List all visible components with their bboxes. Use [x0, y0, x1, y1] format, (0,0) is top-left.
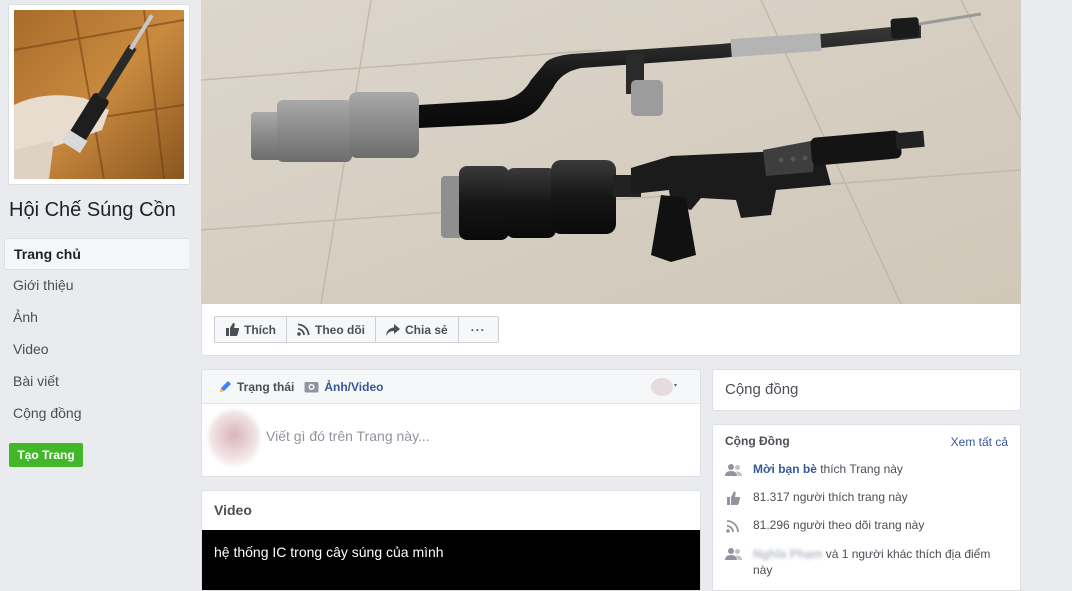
rss-icon — [726, 520, 739, 533]
rss-icon — [297, 323, 310, 336]
likes-row: 81.317 người thích trang này — [725, 490, 1010, 505]
video-title[interactable]: hệ thống IC trong cây súng của mình — [214, 544, 444, 560]
camera-icon — [304, 382, 319, 393]
tab-photo-video[interactable]: Ảnh/Video — [304, 380, 383, 394]
friend-like-text: và 1 người khác thích địa điểm — [822, 547, 991, 561]
right-gutter — [1021, 0, 1072, 591]
follow-label: Theo dõi — [315, 322, 365, 337]
page-nav: Trang chủ Giới thiệu Ảnh Video Bài viết … — [4, 238, 190, 430]
invite-friends-row: Mời bạn bè thích Trang này — [725, 462, 1010, 477]
composer-tabs: Trạng thái Ảnh/Video — [202, 370, 700, 404]
people-icon — [725, 464, 742, 476]
follows-count: 81.296 người theo dõi trang này — [753, 518, 925, 532]
nav-posts[interactable]: Bài viết — [4, 366, 190, 398]
friend-name-link[interactable]: Nghĩa Phạm — [753, 547, 822, 561]
like-label: Thích — [244, 322, 276, 337]
more-dots-icon: ··· — [470, 322, 486, 337]
nav-videos[interactable]: Video — [4, 334, 190, 366]
community-card: Cộng Đồng Xem tất cả Mời bạn bè thích Tr… — [712, 424, 1021, 591]
profile-photo — [14, 10, 184, 179]
invite-friends-link[interactable]: Mời bạn bè — [753, 462, 817, 476]
friends-like-row: Nghĩa Phạm và 1 người khác thích địa điể… — [725, 546, 1010, 578]
thumbs-up-icon — [727, 491, 741, 505]
audience-selector[interactable] — [650, 376, 680, 398]
page-name[interactable]: Hội Chế Súng Cồn — [9, 199, 176, 222]
profile-picture[interactable] — [8, 4, 190, 185]
post-composer: Trạng thái Ảnh/Video Viết gì đó trên Tra… — [201, 369, 701, 477]
chevron-down-icon — [674, 384, 677, 387]
facebook-page: Hội Chế Súng Cồn Trang chủ Giới thiệu Ản… — [0, 0, 1072, 591]
cover-photo[interactable] — [201, 0, 1021, 304]
composer-body[interactable]: Viết gì đó trên Trang này... — [202, 404, 700, 476]
share-arrow-icon — [386, 323, 400, 336]
tab-status-label: Trạng thái — [237, 379, 295, 394]
avatar — [208, 410, 260, 466]
composer-input[interactable]: Viết gì đó trên Trang này... — [266, 428, 430, 444]
follow-button[interactable]: Theo dõi — [287, 317, 376, 342]
people-icon — [725, 548, 742, 560]
video-player[interactable]: hệ thống IC trong cây súng của mình — [202, 530, 700, 590]
like-button[interactable]: Thích — [215, 317, 287, 342]
nav-community[interactable]: Cộng đồng — [4, 398, 190, 430]
tab-photo-video-label: Ảnh/Video — [324, 379, 384, 394]
see-all-link[interactable]: Xem tất cả — [951, 435, 1008, 449]
create-page-button[interactable]: Tạo Trang — [9, 443, 83, 467]
pencil-icon — [220, 380, 231, 392]
invite-friends-text: thích Trang này — [816, 462, 903, 476]
more-options-button[interactable]: ··· — [459, 317, 498, 342]
video-section: Video hệ thống IC trong cây súng của mìn… — [201, 490, 701, 591]
community-card-header: Cộng Đồng Xem tất cả — [713, 425, 1020, 455]
share-label: Chia sẻ — [405, 322, 448, 337]
community-card-title: Cộng Đồng — [725, 434, 790, 448]
tab-status[interactable]: Trạng thái — [218, 380, 294, 394]
share-button[interactable]: Chia sẻ — [376, 317, 459, 342]
thumbs-up-icon — [226, 323, 239, 336]
friend-like-text-cont: này — [753, 563, 773, 577]
likes-count: 81.317 người thích trang này — [753, 490, 908, 504]
nav-about[interactable]: Giới thiệu — [4, 270, 190, 302]
nav-photos[interactable]: Ảnh — [4, 302, 190, 334]
action-button-group: Thích Theo dõi Chia sẻ ··· — [214, 316, 499, 343]
nav-home[interactable]: Trang chủ — [4, 238, 190, 270]
follows-row: 81.296 người theo dõi trang này — [725, 518, 1010, 533]
page-action-bar: Thích Theo dõi Chia sẻ ··· — [201, 304, 1021, 356]
video-section-heading[interactable]: Video — [202, 491, 700, 529]
community-section-title[interactable]: Cộng đồng — [712, 369, 1021, 411]
